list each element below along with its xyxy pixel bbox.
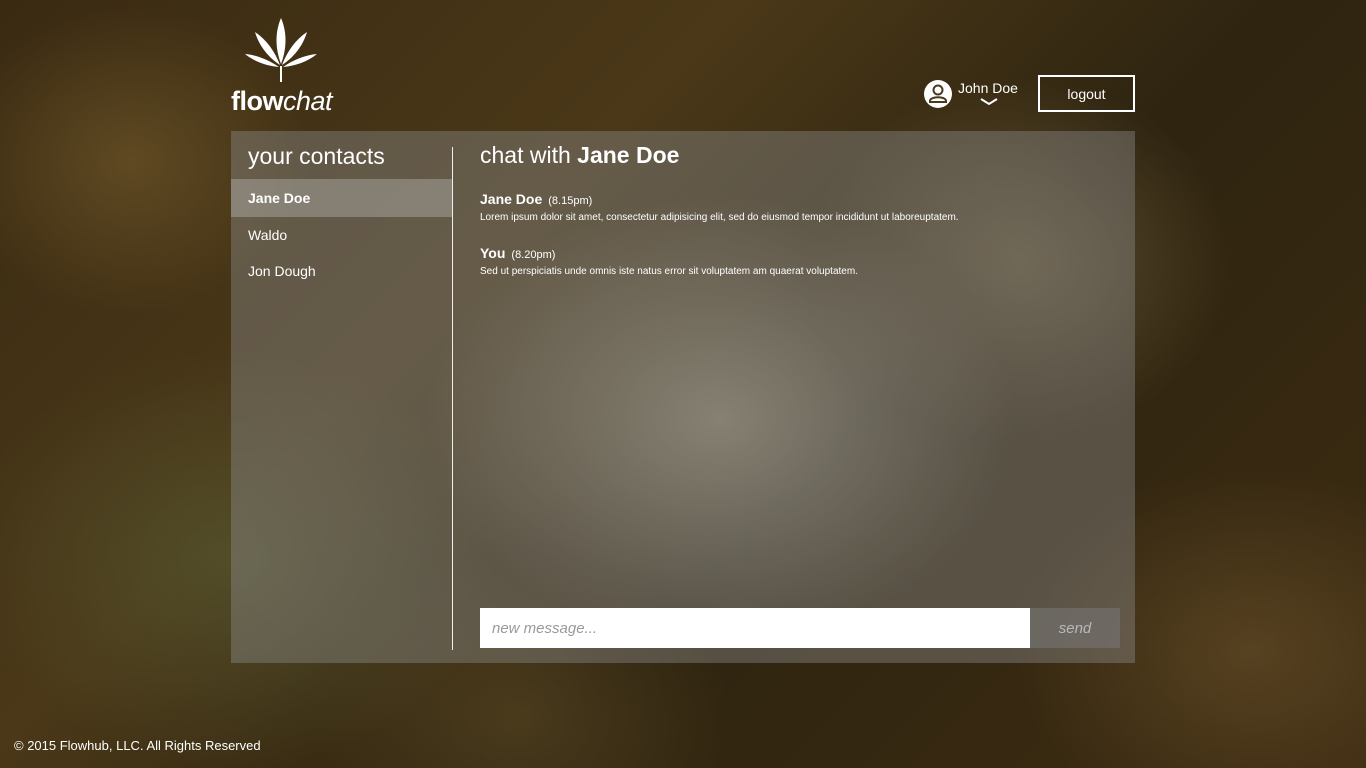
send-button[interactable]: send — [1030, 608, 1120, 648]
contact-item-waldo[interactable]: Waldo — [231, 217, 452, 253]
contacts-sidebar: your contacts Jane Doe Waldo Jon Dough — [231, 131, 452, 663]
message-time: (8.15pm) — [548, 195, 593, 207]
message-text: Sed ut perspiciatis unde omnis iste natu… — [480, 266, 858, 277]
message-text: Lorem ipsum dolor sit amet, consectetur … — [480, 212, 959, 223]
footer-copyright: © 2015 Flowhub, LLC. All Rights Reserved — [14, 738, 261, 753]
contact-list: Jane Doe Waldo Jon Dough — [231, 179, 452, 289]
message-composer: send — [480, 608, 1120, 648]
message-time: (8.20pm) — [511, 249, 556, 261]
contacts-title: your contacts — [248, 143, 385, 169]
contact-item-jon-dough[interactable]: Jon Dough — [231, 253, 452, 289]
brand-name-bold: flow — [231, 86, 284, 116]
message-sender: Jane Doe — [480, 191, 543, 207]
chevron-down-icon[interactable] — [980, 98, 998, 106]
main-panel: your contacts Jane Doe Waldo Jon Dough c… — [231, 131, 1135, 663]
brand-name-italic: chat — [283, 86, 333, 116]
user-avatar-icon — [924, 80, 952, 108]
sidebar-divider — [452, 147, 453, 650]
message-header: You (8.20pm) — [480, 245, 1120, 261]
new-message-input[interactable] — [480, 608, 1030, 648]
message: Jane Doe (8.15pm) Lorem ipsum dolor sit a… — [480, 191, 1120, 223]
user-name: John Doe — [958, 80, 1018, 96]
logout-button[interactable]: logout — [1038, 75, 1135, 112]
chat-contact-name: Jane Doe — [577, 142, 680, 168]
cannabis-leaf-icon — [245, 18, 317, 82]
user-menu[interactable]: John Doe — [924, 78, 1024, 110]
chat-title-prefix: chat with — [480, 142, 571, 168]
message-header: Jane Doe (8.15pm) — [480, 191, 1120, 207]
brand-logo[interactable]: flowchat — [231, 18, 333, 116]
chat-area: chat with Jane Doe Jane Doe (8.15pm) Lore… — [480, 131, 1120, 663]
message-sender: You — [480, 245, 506, 261]
chat-title: chat with Jane Doe — [480, 142, 679, 169]
contact-item-jane-doe[interactable]: Jane Doe — [231, 179, 452, 217]
brand-name: flowchat — [231, 86, 333, 116]
message: You (8.20pm) Sed ut perspiciatis unde omn… — [480, 245, 1120, 277]
